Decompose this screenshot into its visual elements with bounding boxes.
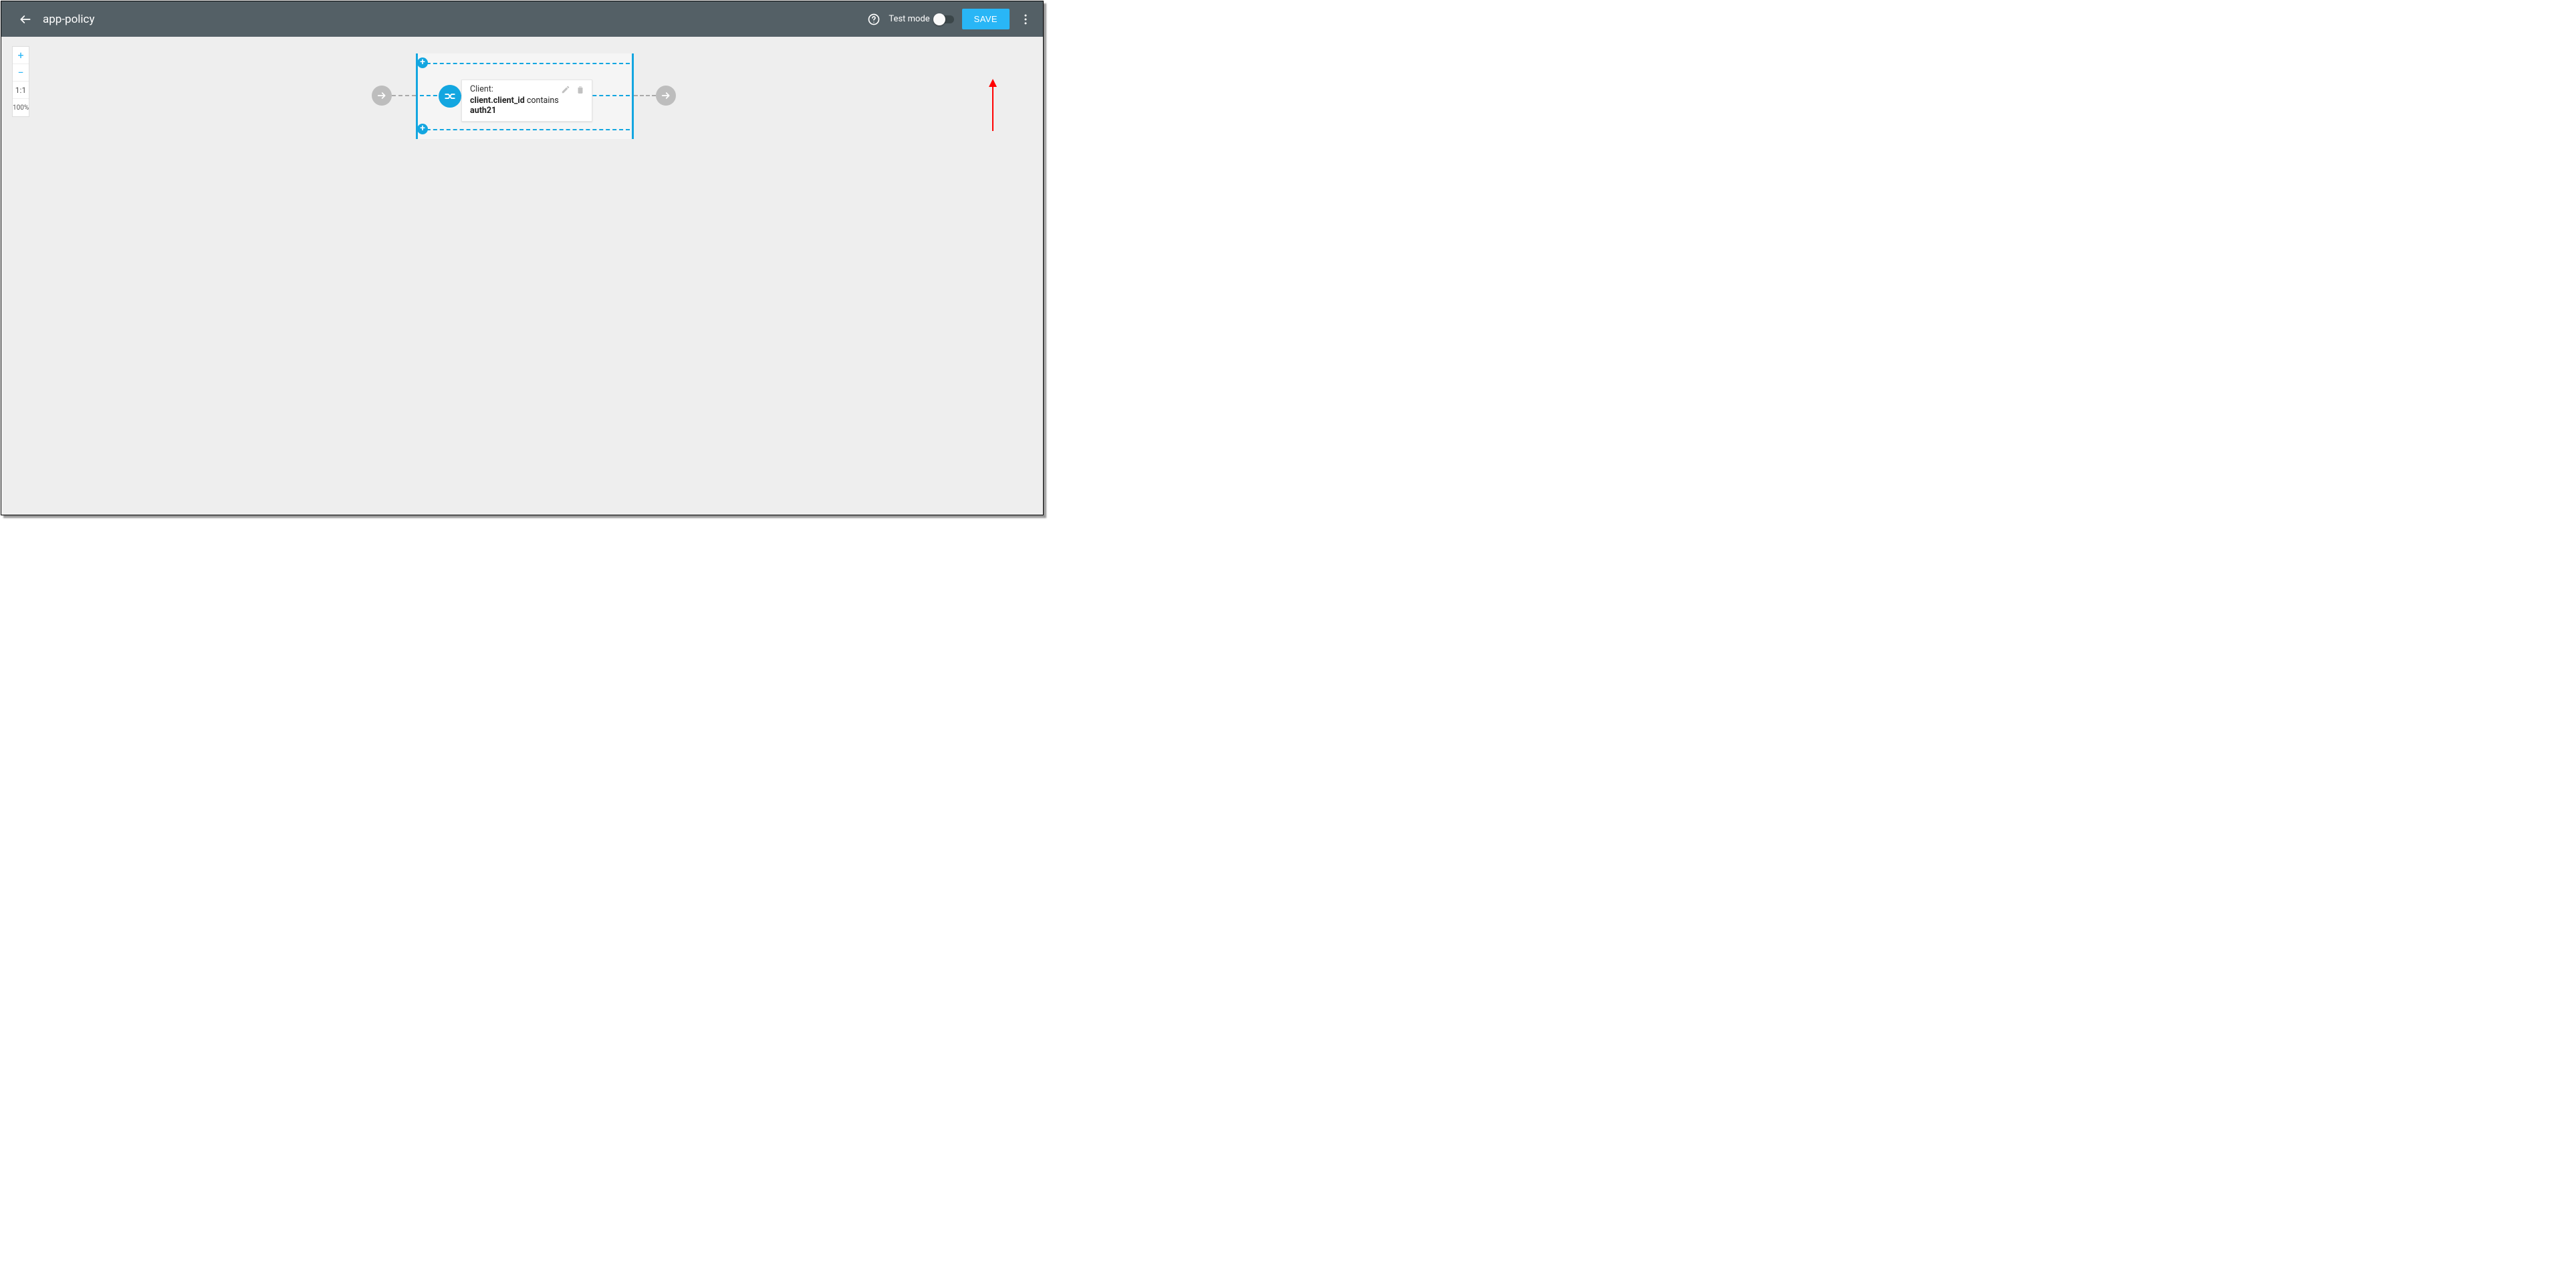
- connector-group-to-end: [634, 95, 656, 96]
- rule-expression-operator: contains: [527, 96, 559, 106]
- back-button[interactable]: [12, 6, 39, 33]
- delete-icon[interactable]: [576, 85, 585, 94]
- flow-end-node: [656, 86, 676, 106]
- rule-expression-value: auth21: [470, 106, 496, 116]
- toggle-knob: [933, 13, 945, 25]
- group-lane-bottom: [420, 129, 630, 130]
- app-window: app-policy Test mode SAVE + − 1:1 100%: [1, 1, 1044, 515]
- page-title: app-policy: [43, 13, 95, 26]
- flow-start-node: [372, 86, 392, 106]
- app-header: app-policy Test mode SAVE: [1, 1, 1043, 37]
- rule-card-header: Client:: [470, 84, 585, 94]
- rule-card[interactable]: Client: client.client_id contains auth21: [461, 80, 592, 122]
- edit-icon[interactable]: [561, 85, 570, 94]
- rule-card-title: Client:: [470, 84, 561, 94]
- rule-expression-field: client.client_id: [470, 96, 525, 106]
- rule-card-actions: [561, 85, 585, 94]
- save-button[interactable]: SAVE: [962, 9, 1010, 29]
- zoom-in-button[interactable]: +: [13, 47, 29, 64]
- branch-icon: [444, 90, 456, 102]
- more-vertical-icon: [1019, 13, 1032, 26]
- arrow-right-icon: [376, 90, 387, 101]
- more-menu-button[interactable]: [1014, 7, 1038, 31]
- arrow-left-icon: [19, 13, 32, 26]
- add-lane-bottom-button[interactable]: +: [417, 124, 428, 134]
- connector-start-to-group: [392, 95, 416, 96]
- help-icon: [867, 13, 881, 26]
- group-lane-top: [420, 63, 630, 64]
- annotation-arrow: [992, 81, 993, 131]
- zoom-reset-button[interactable]: 1:1: [13, 82, 29, 99]
- help-button[interactable]: [862, 7, 886, 31]
- arrow-right-icon: [661, 90, 671, 101]
- rule-node[interactable]: [439, 85, 461, 108]
- add-lane-top-button[interactable]: +: [417, 57, 428, 68]
- zoom-out-button[interactable]: −: [13, 64, 29, 82]
- test-mode-label: Test mode: [889, 14, 929, 24]
- zoom-percent: 100%: [13, 99, 29, 116]
- rule-expression: client.client_id contains auth21: [470, 96, 585, 116]
- policy-canvas[interactable]: + − 1:1 100% + +: [1, 37, 1043, 515]
- zoom-control: + − 1:1 100%: [12, 46, 29, 117]
- test-mode-control: Test mode: [889, 14, 953, 24]
- test-mode-toggle[interactable]: [934, 15, 954, 23]
